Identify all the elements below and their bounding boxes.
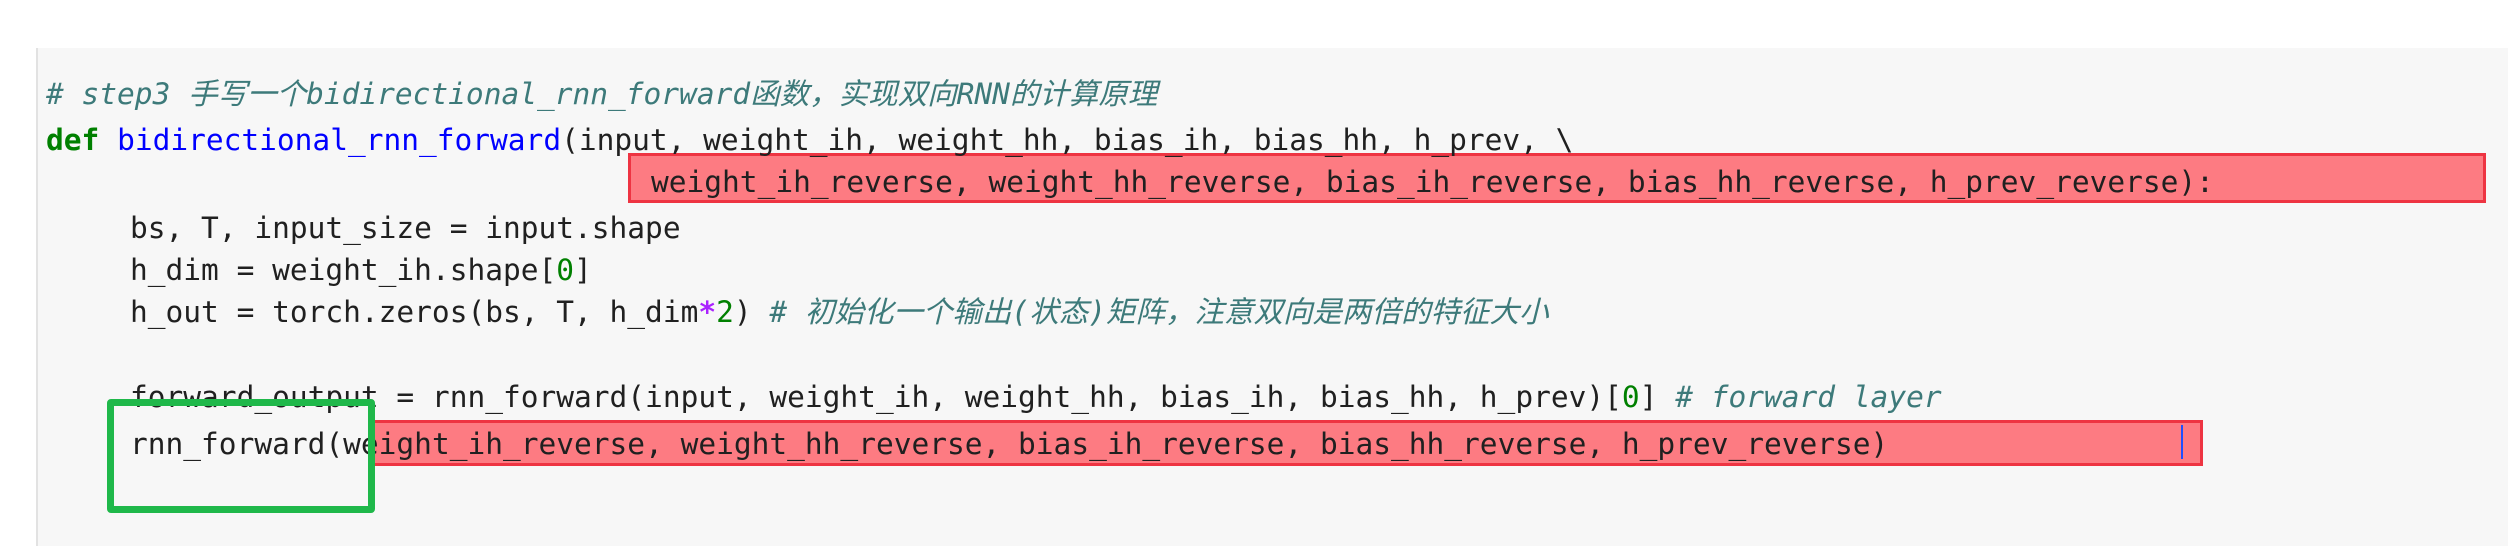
- h-out-assign: h_out = torch.zeros(bs, T, h_dim: [130, 295, 699, 329]
- comment-init-output: # 初始化一个输出(状态)矩阵，注意双向是两倍的特征大小: [769, 295, 1549, 329]
- function-name: bidirectional_rnn_forward: [117, 123, 562, 157]
- code-line-1[interactable]: # step3 手写一个bidirectional_rnn_forward函数，…: [46, 74, 1157, 114]
- code-line-4[interactable]: bs, T, input_size = input.shape: [130, 208, 681, 248]
- code-line-8[interactable]: forward_output = rnn_forward(input, weig…: [130, 377, 1942, 417]
- index-zero: 0: [556, 253, 575, 287]
- params-line-3: weight_ih_reverse, weight_hh_reverse, bi…: [651, 165, 2214, 199]
- paren-close: ): [733, 295, 770, 329]
- params-line-2: (input, weight_ih, weight_hh, bias_ih, b…: [561, 123, 1574, 157]
- cell-border: [36, 48, 38, 546]
- number-two: 2: [716, 295, 734, 329]
- shape-unpack: bs, T, input_size = input.shape: [130, 211, 681, 245]
- reverse-args: (weight_ih_reverse, weight_hh_reverse, b…: [325, 427, 1889, 461]
- bracket-close: ]: [574, 253, 592, 287]
- index-zero-forward: 0: [1621, 380, 1640, 414]
- code-line-3[interactable]: weight_ih_reverse, weight_hh_reverse, bi…: [651, 162, 2214, 202]
- h-dim-assign: h_dim = weight_ih.shape[: [130, 253, 557, 287]
- multiply-operator: *: [698, 295, 717, 329]
- bracket-close-forward: ]: [1639, 380, 1676, 414]
- comment-step3: # step3 手写一个bidirectional_rnn_forward函数，…: [46, 77, 1158, 111]
- code-line-9[interactable]: rnn_forward(weight_ih_reverse, weight_hh…: [130, 424, 1888, 464]
- text-cursor: [2181, 425, 2183, 459]
- code-line-2[interactable]: def bidirectional_rnn_forward(input, wei…: [46, 120, 1573, 160]
- code-line-5[interactable]: h_dim = weight_ih.shape[0]: [130, 250, 592, 290]
- green-annotation-box: [107, 399, 375, 513]
- comment-forward-layer: # forward layer: [1675, 380, 1942, 414]
- code-line-6[interactable]: h_out = torch.zeros(bs, T, h_dim*2) # 初始…: [130, 292, 1548, 332]
- def-keyword: def: [46, 123, 100, 157]
